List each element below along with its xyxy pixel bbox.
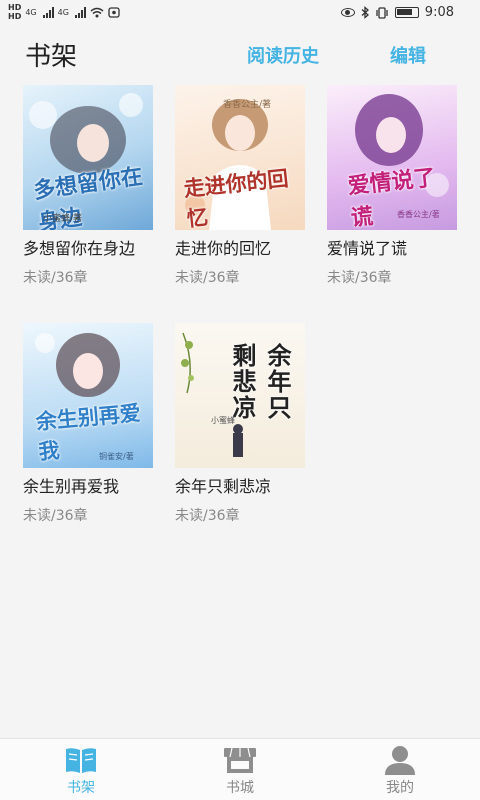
nav-label: 书架 — [67, 780, 95, 796]
vibrate-icon — [376, 6, 388, 19]
nav-tab-bookshelf[interactable]: 书架 — [31, 739, 131, 800]
cover-author: 香香公主/著 — [397, 210, 440, 219]
signal-icon — [42, 6, 54, 18]
book-item[interactable]: 爱情说了谎 香香公主/著 爱情说了谎 未读/36章 — [327, 85, 457, 287]
battery-icon — [394, 7, 419, 18]
network-label-2: 4G — [57, 7, 69, 17]
book-icon — [66, 748, 96, 773]
bluetooth-icon — [361, 6, 369, 19]
reading-history-button[interactable]: 阅读历史 — [247, 42, 319, 68]
book-cover[interactable]: 余生别再爱我 铜雀安/著 — [23, 323, 153, 468]
cover-title: 余年只剩悲凉 — [228, 343, 292, 421]
cover-author: 铜雀安/著 — [99, 452, 134, 461]
person-icon — [385, 746, 415, 775]
status-bar: HD HD 4G 4G 9:08 — [0, 0, 480, 28]
book-title: 余生别再爱我 — [23, 477, 120, 496]
eye-icon — [340, 8, 355, 17]
cover-title: 余生别再爱我 — [34, 400, 142, 464]
status-time: 9:08 — [424, 5, 454, 20]
store-icon — [224, 747, 256, 773]
network-label-1: 4G — [25, 7, 37, 17]
edit-button[interactable]: 编辑 — [390, 42, 426, 68]
book-item[interactable]: 余年只剩悲凉 小蜜蜂 余年只剩悲凉 未读/36章 — [175, 323, 305, 525]
book-progress: 未读/36章 — [327, 270, 392, 286]
status-left: HD HD 4G 4G — [8, 3, 120, 21]
book-progress: 未读/36章 — [23, 270, 88, 286]
hd-label-2: HD — [8, 12, 22, 21]
book-progress: 未读/36章 — [175, 270, 240, 286]
nav-label: 我的 — [386, 780, 414, 796]
book-cover[interactable]: 多想留你在身边 小蜜蜂/著 — [23, 85, 153, 230]
book-title: 走进你的回忆 — [175, 239, 272, 258]
signal-icon — [74, 6, 86, 18]
book-cover[interactable]: 香香公主/著 走进你的回忆 — [175, 85, 305, 230]
book-progress: 未读/36章 — [175, 508, 240, 524]
nav-tab-profile[interactable]: 我的 — [350, 739, 450, 800]
nav-tab-bookstore[interactable]: 书城 — [190, 739, 290, 800]
book-progress: 未读/36章 — [23, 508, 88, 524]
cover-author: 香香公主/著 — [223, 100, 272, 110]
book-item[interactable]: 多想留你在身边 小蜜蜂/著 多想留你在身边 未读/36章 — [23, 85, 153, 287]
book-title: 爱情说了谎 — [327, 239, 408, 258]
bottom-nav: 书架 书城 我的 — [0, 738, 480, 800]
book-title: 多想留你在身边 — [23, 239, 136, 258]
book-item[interactable]: 余生别再爱我 铜雀安/著 余生别再爱我 未读/36章 — [23, 323, 153, 525]
status-right: 9:08 — [340, 5, 454, 20]
cover-author: 小蜜蜂/著 — [43, 214, 83, 224]
nav-label: 书城 — [226, 780, 254, 796]
notification-icon — [108, 6, 120, 18]
header: 书架 阅读历史 编辑 — [0, 28, 480, 80]
wifi-icon — [90, 7, 104, 17]
page-title: 书架 — [25, 42, 78, 72]
book-cover[interactable]: 余年只剩悲凉 小蜜蜂 — [175, 323, 305, 468]
book-item[interactable]: 香香公主/著 走进你的回忆 走进你的回忆 未读/36章 — [175, 85, 305, 287]
cover-title: 走进你的回忆 — [182, 165, 290, 230]
book-title: 余年只剩悲凉 — [175, 477, 272, 496]
cover-author: 小蜜蜂 — [211, 416, 235, 425]
hd-indicator: HD HD — [8, 3, 21, 21]
book-cover[interactable]: 爱情说了谎 香香公主/著 — [327, 85, 457, 230]
hd-label-1: HD — [8, 3, 22, 12]
